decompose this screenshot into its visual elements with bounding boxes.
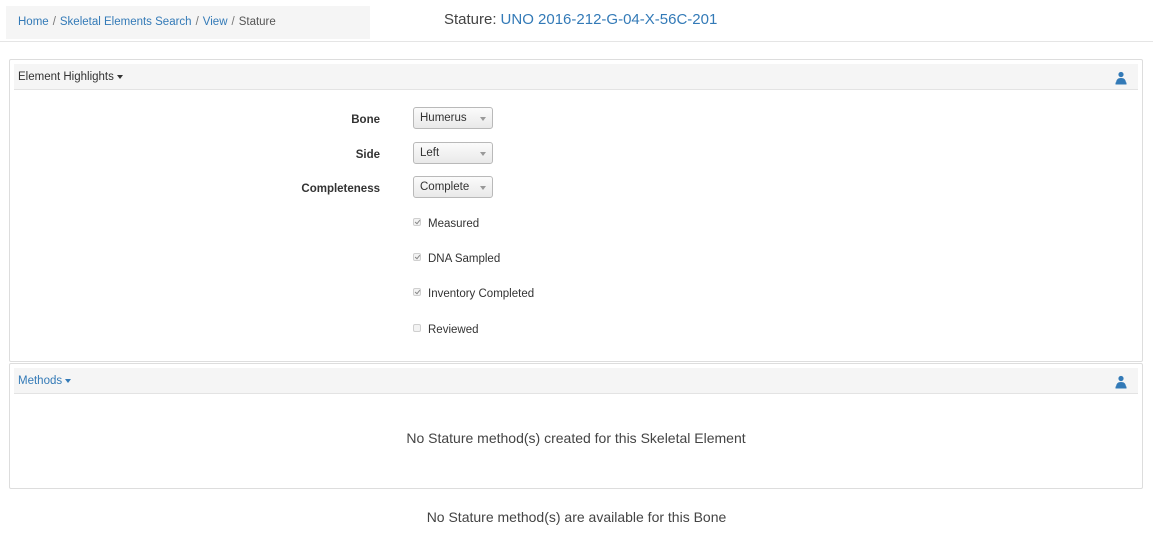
dna-sampled-label: DNA Sampled <box>428 253 501 265</box>
element-id-link[interactable]: UNO 2016-212-G-04-X-56C-201 <box>501 11 718 28</box>
methods-heading: Methods <box>18 375 63 387</box>
top-bar: Home / Skeletal Elements Search / View / Statu… <box>0 0 1153 42</box>
side-label: Side <box>355 149 380 161</box>
measured-label: Measured <box>428 218 480 230</box>
bone-select[interactable]: Humerus <box>413 107 493 129</box>
element-highlights-header: Element Highlights <box>14 64 1138 90</box>
inventory-completed-checkbox[interactable] <box>413 288 421 296</box>
chevron-down-icon <box>480 186 486 190</box>
methods-panel: Methods No Stature method(s) created for… <box>9 363 1143 489</box>
caret-down-icon <box>65 378 72 383</box>
measured-row: Measured <box>413 218 479 230</box>
completeness-select-value: Complete <box>420 181 470 193</box>
breadcrumb-separator: / <box>52 16 56 28</box>
breadcrumb-separator: / <box>195 16 199 28</box>
side-select-value: Left <box>420 147 440 159</box>
breadcrumb-view[interactable]: View <box>203 16 228 28</box>
bone-label: Bone <box>351 114 380 126</box>
page-title-prefix: Stature: <box>444 11 497 28</box>
side-select[interactable]: Left <box>413 142 493 164</box>
methods-header: Methods <box>14 368 1138 394</box>
measured-checkbox[interactable] <box>413 218 421 226</box>
breadcrumb-skeletal-elements-search[interactable]: Skeletal Elements Search <box>60 16 192 28</box>
element-highlights-toggle[interactable]: Element Highlights <box>18 71 123 83</box>
breadcrumb-current: Stature <box>238 16 276 28</box>
reviewed-checkbox[interactable] <box>413 324 421 332</box>
dna-sampled-checkbox[interactable] <box>413 253 421 261</box>
methods-toggle[interactable]: Methods <box>18 375 72 387</box>
reviewed-label: Reviewed <box>428 324 479 336</box>
element-highlights-panel: Element Highlights Bone Humerus Side Lef… <box>9 59 1143 362</box>
completeness-label: Completeness <box>301 183 380 195</box>
inventory-completed-row: Inventory Completed <box>413 288 534 300</box>
user-icon[interactable] <box>1115 375 1127 389</box>
bone-select-value: Humerus <box>420 112 467 124</box>
completeness-select[interactable]: Complete <box>413 176 493 198</box>
no-methods-available-message: No Stature method(s) are available for t… <box>426 509 727 525</box>
methods-empty-message: No Stature method(s) created for this Sk… <box>406 430 746 446</box>
breadcrumb-separator: / <box>231 16 235 28</box>
dna-sampled-row: DNA Sampled <box>413 253 500 265</box>
element-highlights-heading: Element Highlights <box>18 71 114 83</box>
chevron-down-icon <box>480 117 486 121</box>
caret-down-icon <box>116 74 123 79</box>
inventory-completed-label: Inventory Completed <box>428 288 535 300</box>
breadcrumb: Home / Skeletal Elements Search / View / Statu… <box>6 6 370 39</box>
page-title: Stature: UNO 2016-212-G-04-X-56C-201 <box>444 11 717 28</box>
chevron-down-icon <box>480 152 486 156</box>
user-icon[interactable] <box>1115 71 1127 85</box>
reviewed-row: Reviewed <box>413 324 479 336</box>
breadcrumb-home[interactable]: Home <box>18 16 49 28</box>
